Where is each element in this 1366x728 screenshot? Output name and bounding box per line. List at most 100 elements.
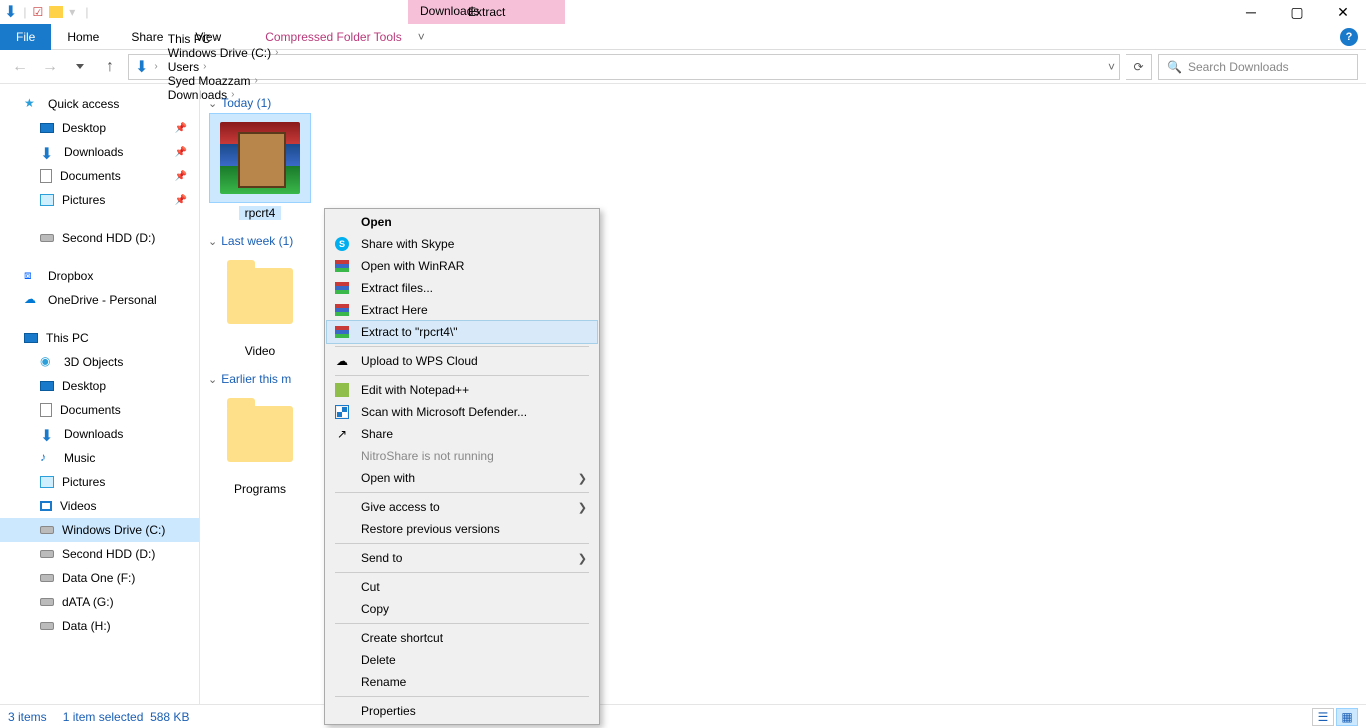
file-item-programs[interactable]: Programs xyxy=(208,390,312,496)
location-folder-icon: ⬇ xyxy=(135,57,148,77)
address-dropdown-icon[interactable]: ˅ xyxy=(1108,60,1115,74)
menu-item-extract-files[interactable]: Extract files... xyxy=(327,277,597,299)
menu-item-open-with-winrar[interactable]: Open with WinRAR xyxy=(327,255,597,277)
minimize-button[interactable]: ─ xyxy=(1228,0,1274,24)
group-header[interactable]: ⌄Today (1) xyxy=(208,96,1358,110)
menu-item-extract-here[interactable]: Extract Here xyxy=(327,299,597,321)
nav-item-downloads[interactable]: ⬇Downloads xyxy=(0,422,199,446)
menu-item-scan-with-microsoft-defender[interactable]: Scan with Microsoft Defender... xyxy=(327,401,597,423)
menu-item-cut[interactable]: Cut xyxy=(327,576,597,598)
maximize-button[interactable]: ▢ xyxy=(1274,0,1320,24)
status-selection: 1 item selected 588 KB xyxy=(63,710,190,724)
nav-item-onedrive-personal[interactable]: ☁OneDrive - Personal xyxy=(0,288,199,312)
menu-item-properties[interactable]: Properties xyxy=(327,700,597,722)
view-details-button[interactable]: ☰ xyxy=(1312,708,1334,726)
pin-icon: 📌 xyxy=(175,147,187,158)
recent-dropdown[interactable] xyxy=(68,55,92,79)
menu-item-restore-previous-versions[interactable]: Restore previous versions xyxy=(327,518,597,540)
up-button[interactable]: ↑ xyxy=(98,55,122,79)
nav-item-documents[interactable]: Documents📌 xyxy=(0,164,199,188)
nav-item-documents[interactable]: Documents xyxy=(0,398,199,422)
menu-item-send-to[interactable]: Send to❯ xyxy=(327,547,597,569)
view-icons-button[interactable]: ▦ xyxy=(1336,708,1358,726)
menu-item-edit-with-notepad[interactable]: Edit with Notepad++ xyxy=(327,379,597,401)
title-bar: ⬇ | ☑ ▾ | Extract Downloads ─ ▢ ✕ xyxy=(0,0,1366,24)
breadcrumb-windows-drive-c-[interactable]: Windows Drive (C:) › xyxy=(164,46,283,60)
file-label: Programs xyxy=(234,482,286,496)
menu-item-open[interactable]: Open xyxy=(327,211,597,233)
nav-item-windows-drive-c-[interactable]: Windows Drive (C:) xyxy=(0,518,199,542)
address-row: ← → ↑ ⬇ › This PC ›Windows Drive (C:) ›U… xyxy=(0,50,1366,84)
menu-item-give-access-to[interactable]: Give access to❯ xyxy=(327,496,597,518)
nav-item-3d-objects[interactable]: ◉3D Objects xyxy=(0,350,199,374)
menu-item-share[interactable]: ↗Share xyxy=(327,423,597,445)
pin-icon: 📌 xyxy=(175,171,187,182)
nav-item-desktop[interactable]: Desktop xyxy=(0,374,199,398)
menu-item-open-with[interactable]: Open with❯ xyxy=(327,467,597,489)
menu-item-icon: ☁ xyxy=(333,354,351,368)
menu-item-icon: ↗ xyxy=(333,427,351,441)
file-label: rpcrt4 xyxy=(239,206,282,220)
breadcrumb-this-pc[interactable]: This PC › xyxy=(164,32,283,46)
menu-item-rename[interactable]: Rename xyxy=(327,671,597,693)
nav-item-downloads[interactable]: ⬇Downloads📌 xyxy=(0,140,199,164)
nav-item-desktop[interactable]: Desktop📌 xyxy=(0,116,199,140)
nav-item-dropbox[interactable]: ⧈Dropbox xyxy=(0,264,199,288)
status-bar: 3 items 1 item selected 588 KB ☰ ▦ xyxy=(0,704,1366,728)
window-title: Downloads xyxy=(420,4,479,18)
menu-item-icon xyxy=(333,383,351,397)
menu-item-icon xyxy=(333,405,351,419)
nav-item-pictures[interactable]: Pictures xyxy=(0,470,199,494)
search-input[interactable]: 🔍 Search Downloads xyxy=(1158,54,1358,80)
tab-home[interactable]: Home xyxy=(51,24,115,50)
chevron-down-icon: ⌄ xyxy=(208,373,217,386)
file-item-rpcrt4[interactable]: rpcrt4 xyxy=(208,114,312,220)
file-label: Video xyxy=(245,344,275,358)
qat-check-icon[interactable]: ☑ xyxy=(33,5,44,19)
nav-item-data-g-[interactable]: dATA (G:) xyxy=(0,590,199,614)
menu-item-create-shortcut[interactable]: Create shortcut xyxy=(327,627,597,649)
breadcrumb-users[interactable]: Users › xyxy=(164,60,283,74)
context-menu: OpenSShare with SkypeOpen with WinRARExt… xyxy=(324,208,600,725)
nav-item-second-hdd-d-[interactable]: Second HDD (D:) xyxy=(0,542,199,566)
menu-item-icon xyxy=(333,282,351,294)
address-bar[interactable]: ⬇ › This PC ›Windows Drive (C:) ›Users ›… xyxy=(128,54,1120,80)
status-item-count: 3 items xyxy=(8,710,47,724)
chevron-right-icon: ❯ xyxy=(578,472,587,485)
chevron-right-icon: ❯ xyxy=(578,501,587,514)
menu-item-upload-to-wps-cloud[interactable]: ☁Upload to WPS Cloud xyxy=(327,350,597,372)
file-item-video[interactable]: Video xyxy=(208,252,312,358)
pin-icon: 📌 xyxy=(175,195,187,206)
qat-down-icon[interactable]: ⬇ xyxy=(4,2,17,22)
menu-item-delete[interactable]: Delete xyxy=(327,649,597,671)
help-icon[interactable]: ? xyxy=(1340,28,1358,46)
menu-item-share-with-skype[interactable]: SShare with Skype xyxy=(327,233,597,255)
menu-item-copy[interactable]: Copy xyxy=(327,598,597,620)
chevron-right-icon: › xyxy=(214,33,217,44)
navigation-pane: ★ Quick access Desktop📌⬇Downloads📌Docume… xyxy=(0,84,200,704)
menu-item-extract-to-rpcrt4[interactable]: Extract to "rpcrt4\" xyxy=(327,321,597,343)
search-placeholder: Search Downloads xyxy=(1188,60,1289,74)
forward-button[interactable]: → xyxy=(38,55,62,79)
nav-this-pc[interactable]: This PC xyxy=(0,326,199,350)
menu-item-icon xyxy=(333,304,351,316)
chevron-down-icon: ⌄ xyxy=(208,235,217,248)
ribbon-collapse-icon[interactable]: ˅ xyxy=(418,30,425,44)
star-icon: ★ xyxy=(24,96,40,112)
tab-file[interactable]: File xyxy=(0,24,51,50)
chevron-right-icon: › xyxy=(203,61,206,72)
qat-folder-icon[interactable] xyxy=(49,6,63,18)
chevron-right-icon: › xyxy=(275,47,278,58)
nav-quick-access[interactable]: ★ Quick access xyxy=(0,92,199,116)
menu-item-nitroshare-is-not-running: NitroShare is not running xyxy=(327,445,597,467)
nav-item-data-one-f-[interactable]: Data One (F:) xyxy=(0,566,199,590)
menu-item-icon xyxy=(333,326,351,338)
refresh-button[interactable]: ⟳ xyxy=(1126,54,1152,80)
close-button[interactable]: ✕ xyxy=(1320,0,1366,24)
nav-item-second-hdd-d-[interactable]: Second HDD (D:) xyxy=(0,226,199,250)
nav-item-videos[interactable]: Videos xyxy=(0,494,199,518)
nav-item-pictures[interactable]: Pictures📌 xyxy=(0,188,199,212)
nav-item-data-h-[interactable]: Data (H:) xyxy=(0,614,199,638)
back-button[interactable]: ← xyxy=(8,55,32,79)
nav-item-music[interactable]: ♪Music xyxy=(0,446,199,470)
